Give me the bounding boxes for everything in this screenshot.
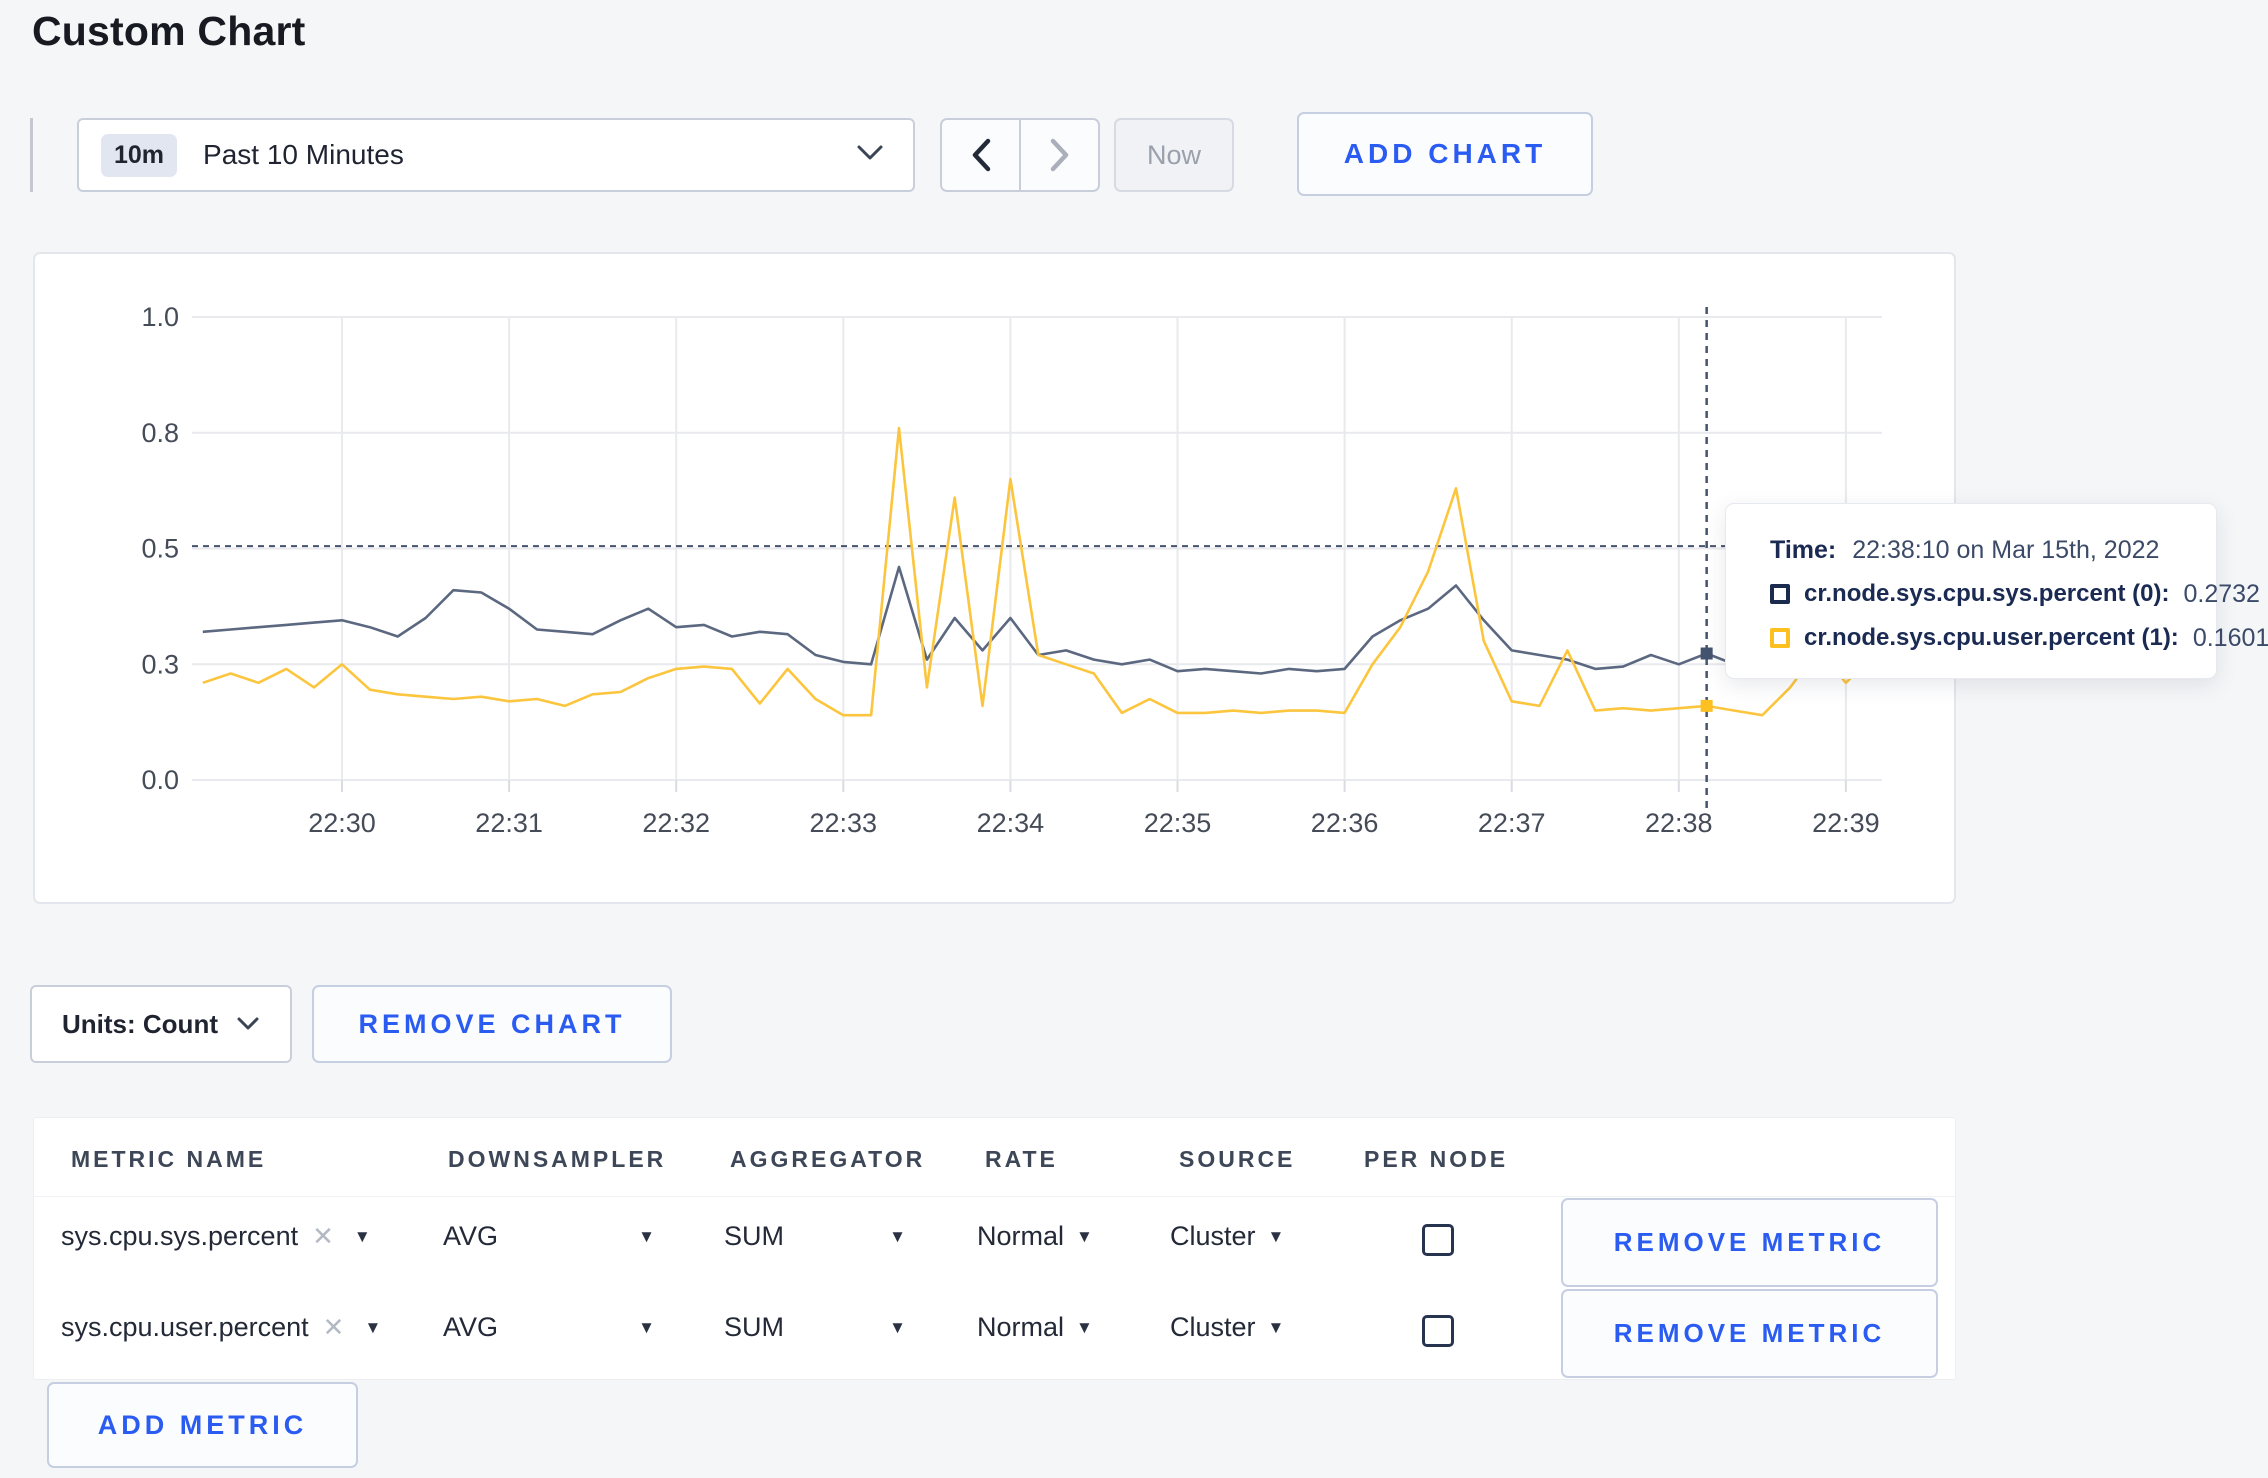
add-chart-button[interactable]: ADD CHART (1297, 112, 1593, 196)
x-tick-label: 22:39 (1812, 808, 1880, 838)
y-tick-label: 0.5 (141, 534, 179, 564)
y-tick-label: 0.0 (141, 765, 179, 795)
remove-chart-button[interactable]: REMOVE CHART (312, 985, 672, 1063)
rate-select[interactable]: Normal ▼ (977, 1221, 1093, 1252)
col-header-source: SOURCE (1179, 1146, 1296, 1172)
caret-down-icon: ▼ (638, 1226, 655, 1246)
aggregator-select[interactable]: SUM ▼ (724, 1312, 906, 1343)
x-tick-label: 22:36 (1311, 808, 1379, 838)
per-node-checkbox[interactable] (1422, 1315, 1454, 1347)
metrics-table-header: METRIC NAME DOWNSAMPLER AGGREGATOR RATE … (34, 1118, 1955, 1197)
now-button[interactable]: Now (1114, 118, 1234, 192)
caret-down-icon: ▼ (1267, 1317, 1285, 1337)
aggregator-value: SUM (724, 1221, 784, 1251)
time-range-dropdown[interactable]: 10m Past 10 Minutes (77, 118, 915, 192)
x-tick-label: 22:30 (308, 808, 376, 838)
crosshair-dot (1700, 699, 1713, 712)
col-header-rate: RATE (985, 1146, 1058, 1172)
chart-card: 0.0 0.3 0.5 0.8 1.0 22:30 22:31 22:32 22:33 22:34… (33, 252, 1956, 904)
tooltip-series-label: cr.node.sys.cpu.sys.percent (0): (1804, 580, 2170, 607)
per-node-checkbox[interactable] (1422, 1224, 1454, 1256)
col-header-downsampler: DOWNSAMPLER (448, 1146, 667, 1172)
aggregator-select[interactable]: SUM ▼ (724, 1221, 906, 1252)
downsampler-select[interactable]: AVG ▼ (443, 1312, 655, 1343)
table-row: sys.cpu.sys.percent ✕ ▼ AVG ▼ SUM ▼ Norm… (34, 1197, 1955, 1287)
x-tick-label: 22:34 (977, 808, 1045, 838)
caret-down-icon: ▼ (364, 1317, 382, 1337)
caret-down-icon: ▼ (889, 1317, 906, 1337)
metric-name-value: sys.cpu.user.percent (61, 1312, 309, 1342)
chart-svg[interactable]: 0.0 0.3 0.5 0.8 1.0 22:30 22:31 22:32 22:33 22:34… (35, 254, 1956, 904)
caret-down-icon: ▼ (889, 1226, 906, 1246)
sys-series-swatch-icon (1770, 584, 1790, 604)
rate-value: Normal (977, 1312, 1065, 1342)
x-tick-label: 22:37 (1478, 808, 1546, 838)
x-tick-label: 22:32 (642, 808, 710, 838)
clear-metric-icon[interactable]: ✕ (312, 1221, 334, 1252)
tooltip-series-label: cr.node.sys.cpu.user.percent (1): (1804, 624, 2179, 651)
caret-down-icon: ▼ (353, 1226, 371, 1246)
caret-down-icon: ▼ (1076, 1317, 1093, 1337)
y-tick-label: 0.8 (141, 418, 179, 448)
tooltip-series-value: 0.1601 (2192, 623, 2268, 652)
toolbar-divider (30, 118, 33, 192)
x-tick-label: 22:35 (1144, 808, 1212, 838)
crosshair-dot (1700, 647, 1713, 660)
user-series-swatch-icon (1770, 628, 1790, 648)
chevron-right-icon (1050, 138, 1068, 172)
metrics-table: METRIC NAME DOWNSAMPLER AGGREGATOR RATE … (33, 1117, 1956, 1380)
time-pager (940, 118, 1100, 192)
y-tick-label: 1.0 (141, 302, 179, 332)
remove-metric-button[interactable]: REMOVE METRIC (1561, 1289, 1938, 1378)
tooltip-time-row: Time: 22:38:10 on Mar 15th, 2022 (1770, 528, 2186, 572)
clear-metric-icon[interactable]: ✕ (323, 1312, 345, 1343)
series-line-1 (202, 426, 1875, 717)
col-header-aggregator: AGGREGATOR (730, 1146, 926, 1172)
col-header-per-node: PER NODE (1364, 1146, 1509, 1172)
source-select[interactable]: Cluster ▼ (1170, 1312, 1284, 1343)
tooltip-series-value: 0.2732 (2183, 579, 2260, 608)
y-tick-label: 0.3 (141, 649, 179, 679)
downsampler-value: AVG (443, 1312, 499, 1342)
aggregator-value: SUM (724, 1312, 784, 1342)
units-dropdown[interactable]: Units: Count (30, 985, 292, 1063)
next-time-button[interactable] (1019, 120, 1098, 190)
downsampler-value: AVG (443, 1221, 499, 1251)
tooltip-time-label: Time: (1770, 535, 1837, 564)
caret-down-icon: ▼ (638, 1317, 655, 1337)
prev-time-button[interactable] (942, 120, 1019, 190)
x-tick-label: 22:38 (1645, 808, 1713, 838)
metric-name-select[interactable]: sys.cpu.sys.percent ✕ ▼ (61, 1221, 371, 1252)
page-title: Custom Chart (32, 8, 306, 54)
series-line-0 (202, 565, 1875, 675)
source-value: Cluster (1170, 1221, 1256, 1251)
chevron-left-icon (972, 138, 990, 172)
rate-select[interactable]: Normal ▼ (977, 1312, 1093, 1343)
x-tick-label: 22:31 (475, 808, 543, 838)
col-header-metric-name: METRIC NAME (71, 1146, 267, 1172)
time-range-badge: 10m (101, 133, 178, 177)
custom-chart-page: { "page": { "title": "Custom Chart" }, "… (0, 0, 2268, 1478)
tooltip-time-value: 22:38:10 on Mar 15th, 2022 (1852, 535, 2160, 564)
chevron-down-icon (237, 1017, 259, 1030)
metric-name-value: sys.cpu.sys.percent (61, 1221, 299, 1251)
time-range-label: Past 10 Minutes (203, 139, 404, 170)
x-tick-label: 22:33 (810, 808, 878, 838)
source-value: Cluster (1170, 1312, 1256, 1342)
caret-down-icon: ▼ (1076, 1226, 1093, 1246)
chart-tooltip: Time: 22:38:10 on Mar 15th, 2022 cr.node… (1725, 503, 2268, 679)
metric-name-select[interactable]: sys.cpu.user.percent ✕ ▼ (61, 1312, 381, 1343)
rate-value: Normal (977, 1221, 1065, 1251)
chevron-down-icon (855, 143, 885, 168)
source-select[interactable]: Cluster ▼ (1170, 1221, 1284, 1252)
table-row: sys.cpu.user.percent ✕ ▼ AVG ▼ SUM ▼ Nor… (34, 1288, 1955, 1378)
tooltip-series-row: cr.node.sys.cpu.user.percent (1): 0.1601 (1770, 616, 2268, 660)
caret-down-icon: ▼ (1267, 1226, 1285, 1246)
tooltip-series-row: cr.node.sys.cpu.sys.percent (0): 0.2732 (1770, 572, 2260, 616)
units-label: Units: Count (62, 1008, 218, 1039)
remove-metric-button[interactable]: REMOVE METRIC (1561, 1198, 1938, 1287)
add-metric-button[interactable]: ADD METRIC (47, 1382, 358, 1468)
downsampler-select[interactable]: AVG ▼ (443, 1221, 655, 1252)
